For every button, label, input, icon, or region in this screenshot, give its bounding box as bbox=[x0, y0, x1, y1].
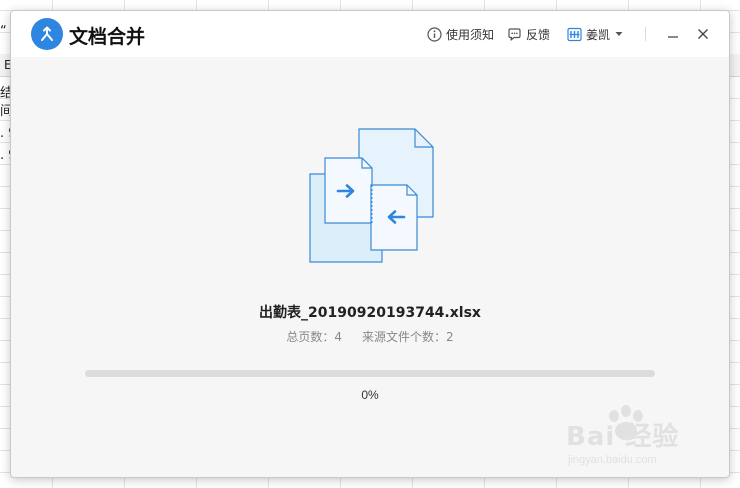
user-badge-icon bbox=[567, 27, 582, 41]
info-circle-icon bbox=[427, 26, 442, 42]
merge-meta: 总页数：4 来源文件个数：2 bbox=[11, 328, 729, 345]
chat-bubble-icon bbox=[508, 27, 521, 41]
minimize-icon bbox=[668, 36, 678, 38]
baidu-watermark: Bai 经验 jingyan.baidu.com bbox=[560, 404, 730, 472]
watermark-main: Bai 经验 bbox=[566, 422, 680, 452]
feedback-label: 反馈 bbox=[526, 27, 551, 42]
user-name: 姜凯 bbox=[586, 27, 611, 42]
watermark-sub: jingyan.baidu.com bbox=[568, 454, 657, 466]
dialog-titlebar[interactable]: 文档合并 使用须知 反馈 姜凯 bbox=[11, 11, 729, 57]
file-name: 出勤表_20190920193744.xlsx bbox=[259, 305, 481, 321]
documents-merge-illustration bbox=[307, 127, 435, 265]
close-button[interactable] bbox=[692, 23, 714, 45]
feedback-button[interactable]: 反馈 bbox=[507, 24, 550, 44]
help-button[interactable]: 使用须知 bbox=[427, 24, 494, 44]
help-label: 使用须知 bbox=[446, 27, 495, 42]
source-file-count: 来源文件个数：2 bbox=[362, 330, 454, 344]
progress-percentage: 0% bbox=[361, 388, 379, 402]
minimize-button[interactable] bbox=[662, 23, 684, 45]
dialog-title: 文档合并 bbox=[69, 26, 146, 48]
total-pages: 总页数：4 bbox=[286, 330, 342, 344]
progress-bar bbox=[85, 370, 655, 377]
caret-down-icon bbox=[615, 32, 623, 36]
user-menu[interactable]: 姜凯 bbox=[567, 24, 624, 44]
merge-icon bbox=[31, 18, 63, 50]
close-icon bbox=[698, 29, 708, 39]
toolbar-divider bbox=[645, 27, 646, 41]
sheet-fragment: “ bbox=[0, 24, 7, 39]
